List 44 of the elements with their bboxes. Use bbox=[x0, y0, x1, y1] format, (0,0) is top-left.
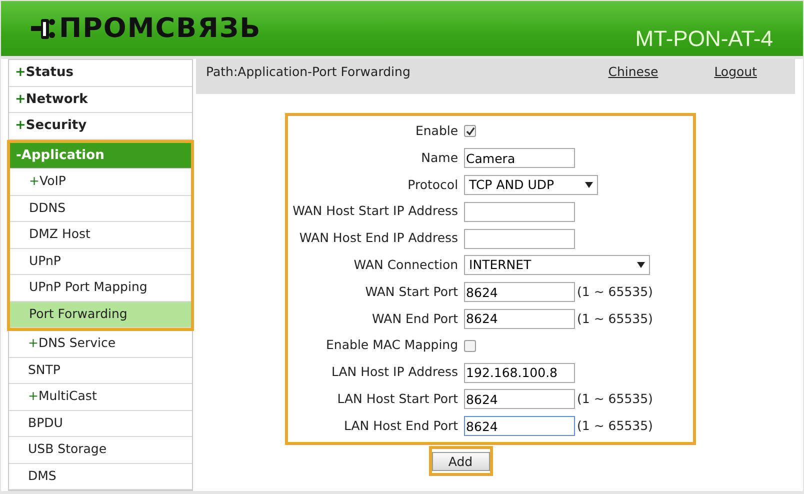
field-label: Enable MAC Mapping bbox=[325, 336, 460, 354]
breadcrumb-path: Path:Application-Port Forwarding bbox=[206, 63, 412, 81]
header-link[interactable]: Chinese bbox=[608, 63, 658, 82]
check-icon bbox=[466, 126, 475, 136]
sidebar-item[interactable]: +Network bbox=[9, 86, 192, 113]
field-label: WAN Host Start IP Address bbox=[292, 202, 460, 220]
checkbox[interactable] bbox=[464, 340, 476, 352]
caret-icon bbox=[637, 262, 646, 268]
logo-text: ПРОМСВЯЗЬ bbox=[59, 15, 262, 42]
sidebar-item[interactable]: Port Forwarding bbox=[10, 302, 191, 328]
input-field[interactable]: 8624 bbox=[464, 308, 576, 329]
add-button[interactable]: Add bbox=[432, 452, 490, 471]
input-field[interactable]: 8624 bbox=[464, 416, 576, 436]
sidebar-item[interactable]: DMS bbox=[9, 464, 192, 490]
field-label: LAN Host Start Port bbox=[336, 390, 460, 408]
sidebar-item[interactable]: SNTP bbox=[9, 358, 192, 384]
caret-icon bbox=[585, 182, 594, 188]
range-hint: (1 ~ 65535) bbox=[577, 416, 653, 435]
sidebar-item[interactable]: DDNS bbox=[10, 196, 191, 222]
sidebar-item[interactable]: BPDU bbox=[9, 410, 192, 437]
dropdown[interactable]: TCP AND UDP bbox=[464, 174, 598, 195]
input-field[interactable]: 8624 bbox=[464, 282, 576, 302]
range-hint: (1 ~ 65535) bbox=[577, 282, 653, 301]
sidebar-item[interactable]: UPnP bbox=[10, 248, 191, 275]
input-field[interactable] bbox=[464, 228, 576, 249]
input-field[interactable]: 192.168.100.8 bbox=[464, 362, 576, 383]
field-label: Name bbox=[420, 148, 460, 167]
dropdown[interactable]: INTERNET bbox=[464, 255, 650, 276]
range-hint: (1 ~ 65535) bbox=[577, 390, 653, 408]
field-label: LAN Host End Port bbox=[342, 416, 460, 435]
input-field[interactable]: Camera bbox=[464, 148, 576, 168]
field-label: Protocol bbox=[406, 176, 460, 194]
header-link[interactable]: Logout bbox=[714, 63, 757, 82]
range-hint: (1 ~ 65535) bbox=[577, 310, 653, 328]
device-model: MT-PON-AT-4 bbox=[635, 25, 773, 53]
field-label: WAN End Port bbox=[370, 310, 460, 328]
checkbox[interactable] bbox=[464, 125, 476, 138]
field-label: WAN Start Port bbox=[364, 282, 460, 301]
field-label: LAN Host IP Address bbox=[330, 363, 460, 382]
input-field[interactable] bbox=[464, 202, 576, 222]
field-label: WAN Connection bbox=[352, 256, 460, 274]
field-label: WAN Host End IP Address bbox=[298, 229, 460, 248]
input-field[interactable]: 8624 bbox=[464, 389, 576, 410]
field-label: Enable bbox=[414, 122, 460, 140]
